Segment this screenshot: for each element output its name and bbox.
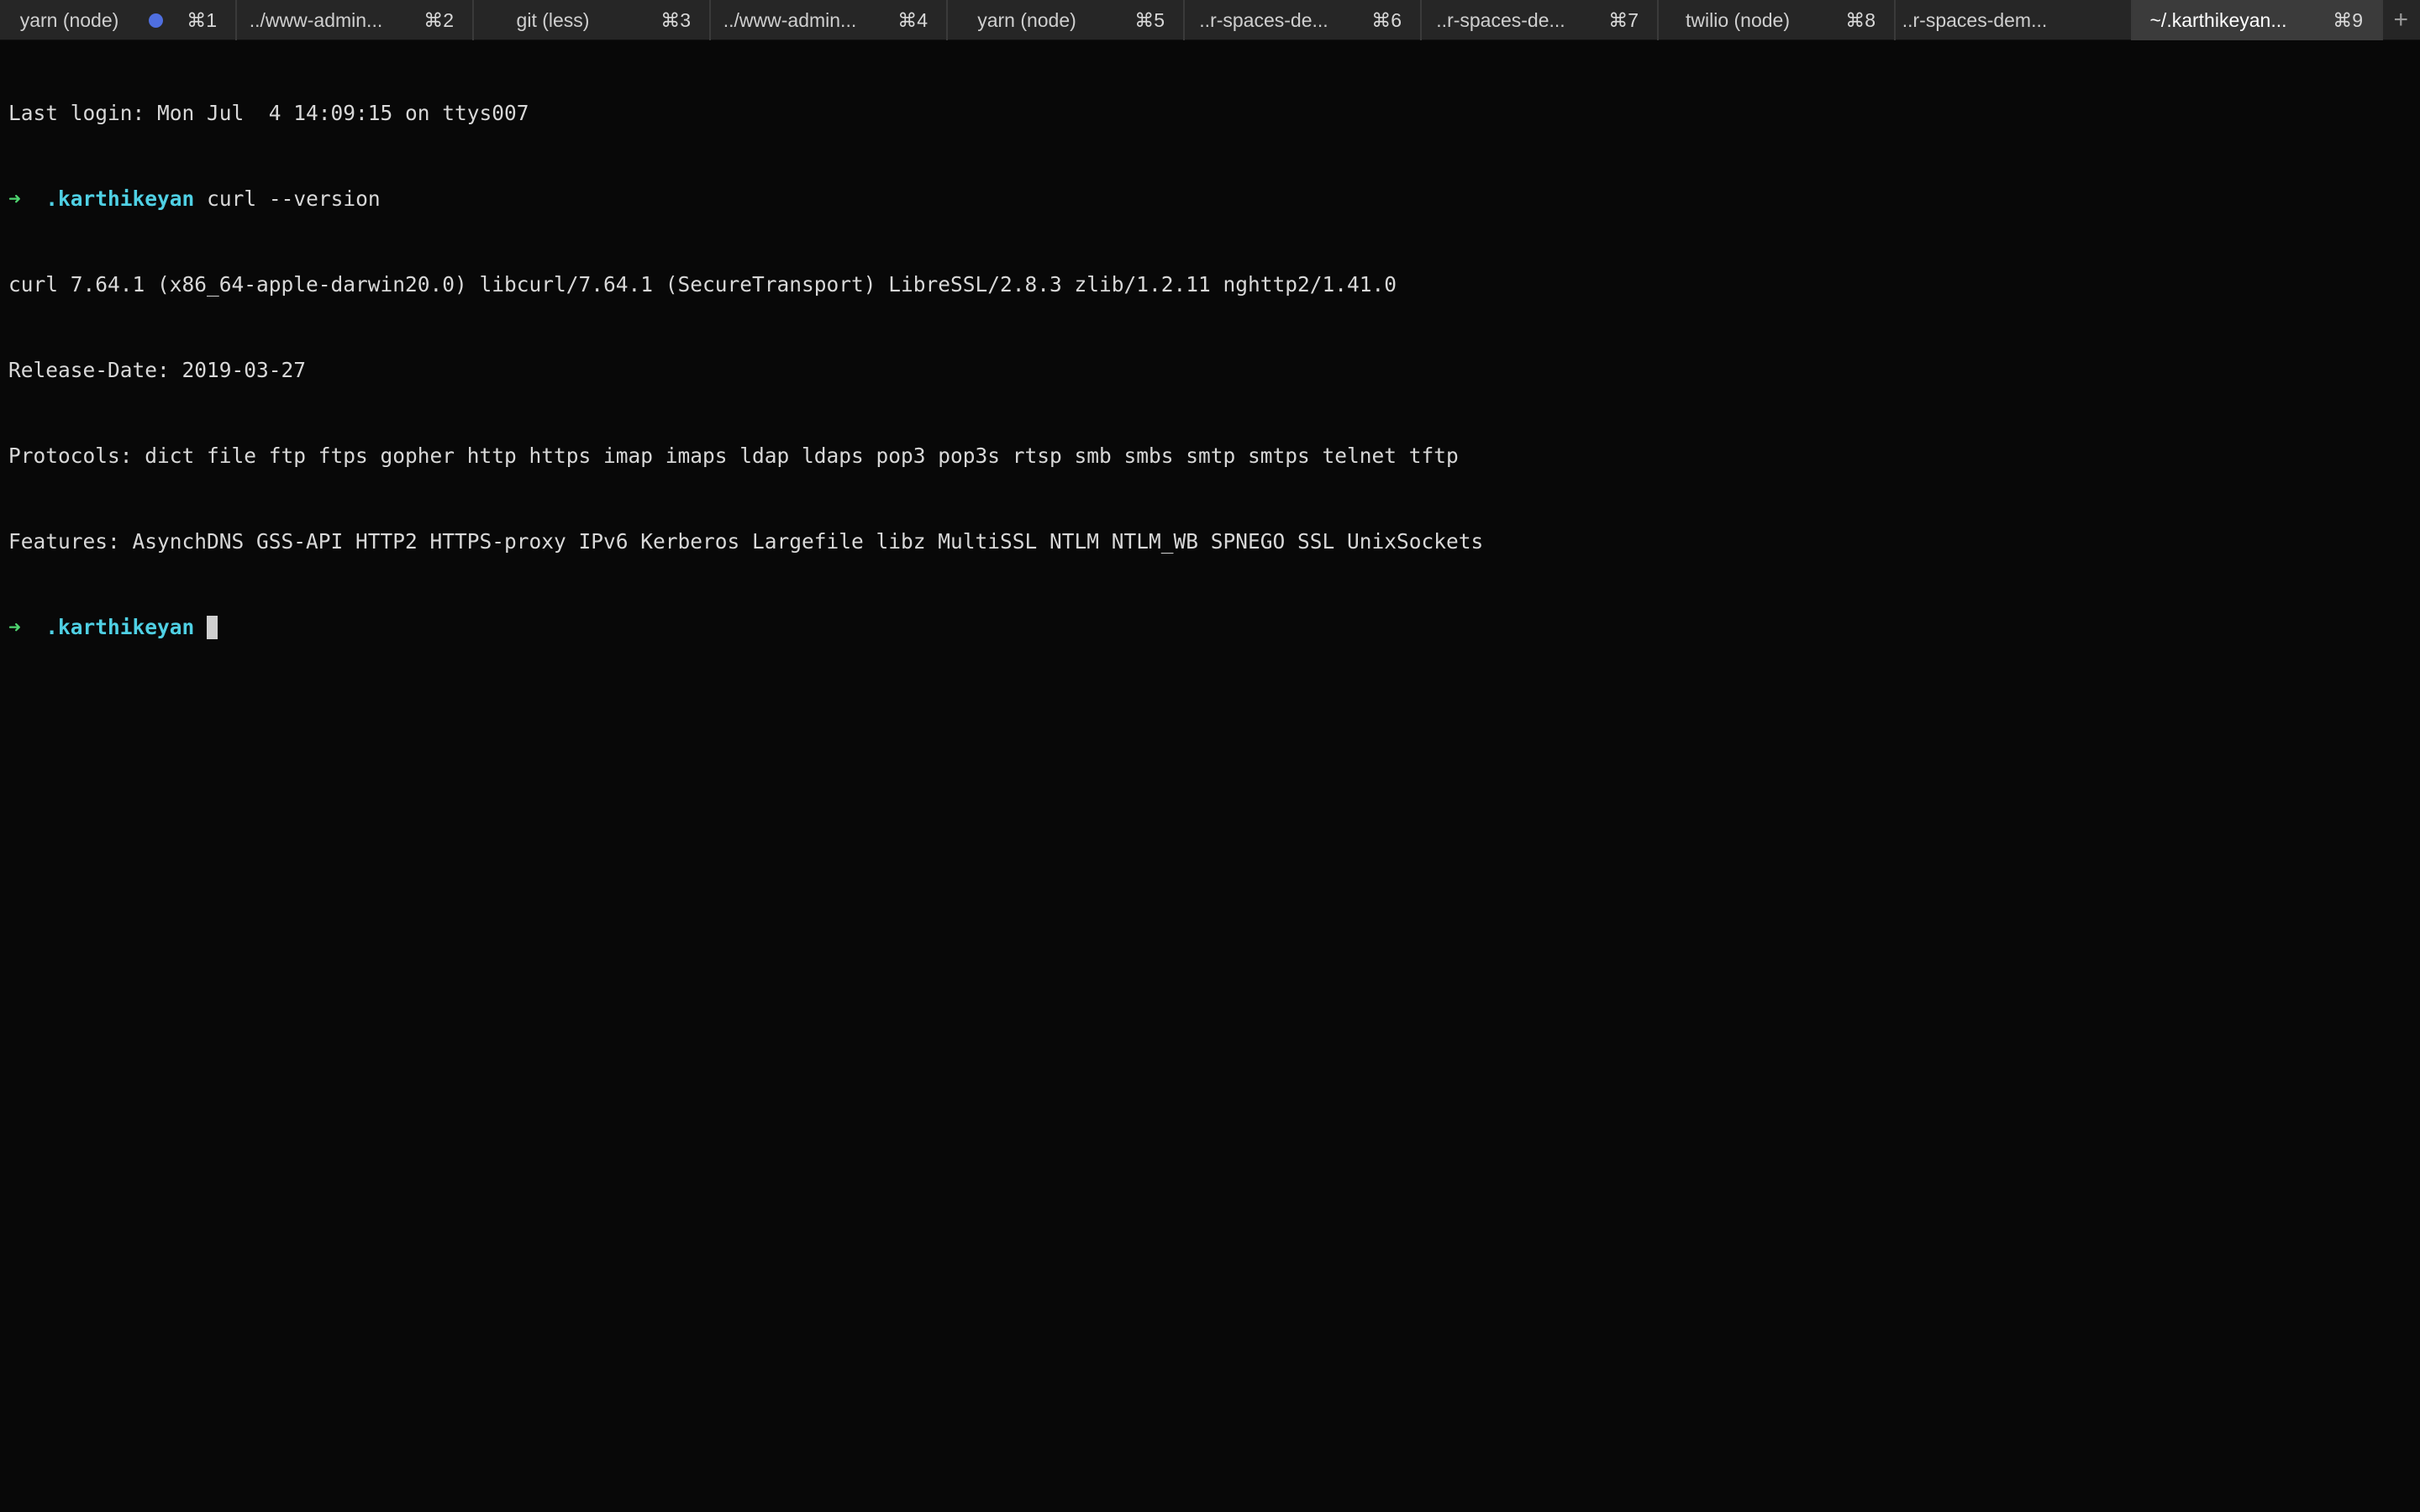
tab-2[interactable]: ../www-admin... ⌘2: [237, 0, 474, 40]
output-line: Protocols: dict file ftp ftps gopher htt…: [8, 444, 1459, 468]
tab-bar: yarn (node) ⌘1 ../www-admin... ⌘2 git (l…: [0, 0, 2420, 40]
tab-9[interactable]: ..r-spaces-dem...: [1896, 0, 2133, 40]
output-line: Release-Date: 2019-03-27: [8, 358, 307, 382]
tab-6[interactable]: ..r-spaces-de... ⌘6: [1185, 0, 1422, 40]
tab-shortcut: ⌘4: [897, 8, 928, 31]
tab-title: ~/.karthikeyan...: [2149, 8, 2287, 31]
last-login-line: Last login: Mon Jul 4 14:09:15 on ttys00…: [8, 101, 529, 125]
tab-title: ../www-admin...: [249, 8, 383, 31]
prompt-arrow-icon: ➜: [8, 186, 21, 211]
tab-5[interactable]: yarn (node) ⌘5: [948, 0, 1185, 40]
tab-1[interactable]: yarn (node) ⌘1: [0, 0, 237, 40]
plus-icon: +: [2393, 6, 2408, 34]
tab-shortcut: ⌘3: [660, 8, 691, 31]
output-line: curl 7.64.1 (x86_64-apple-darwin20.0) li…: [8, 272, 1397, 297]
tab-title: ../www-admin...: [723, 8, 857, 31]
terminal-output[interactable]: Last login: Mon Jul 4 14:09:15 on ttys00…: [8, 42, 2412, 670]
tab-title: yarn (node): [19, 8, 119, 31]
text-cursor: [207, 616, 218, 639]
tab-3[interactable]: git (less) ⌘3: [474, 0, 711, 40]
current-prompt-line[interactable]: ➜ .karthikeyan: [8, 613, 2412, 642]
tab-title: twilio (node): [1686, 8, 1790, 31]
tab-shortcut: ⌘9: [2333, 8, 2363, 31]
command-text: curl --version: [207, 186, 381, 211]
tab-title: git (less): [516, 8, 590, 31]
prompt-directory: .karthikeyan: [45, 615, 195, 639]
tab-shortcut: ⌘2: [424, 8, 454, 31]
tab-7[interactable]: ..r-spaces-de... ⌘7: [1422, 0, 1659, 40]
tab-title: ..r-spaces-dem...: [1902, 8, 2048, 31]
tab-shortcut: ⌘7: [1608, 8, 1639, 31]
prompt-directory: .karthikeyan: [45, 186, 195, 211]
tab-shortcut: ⌘1: [187, 8, 217, 31]
tab-4[interactable]: ../www-admin... ⌘4: [711, 0, 948, 40]
tab-title: ..r-spaces-de...: [1199, 8, 1328, 31]
command-line: ➜ .karthikeyan curl --version: [8, 185, 2412, 213]
tab-title: ..r-spaces-de...: [1436, 8, 1565, 31]
tab-title: yarn (node): [977, 8, 1076, 31]
tab-shortcut: ⌘8: [1845, 8, 1876, 31]
tab-8[interactable]: twilio (node) ⌘8: [1659, 0, 1896, 40]
tab-shortcut: ⌘6: [1371, 8, 1402, 31]
tab-active[interactable]: ~/.karthikeyan... ⌘9: [2133, 0, 2383, 40]
tab-shortcut: ⌘5: [1134, 8, 1165, 31]
prompt-arrow-icon: ➜: [8, 615, 21, 639]
output-line: Features: AsynchDNS GSS-API HTTP2 HTTPS-…: [8, 529, 1484, 554]
new-tab-button[interactable]: +: [2383, 0, 2420, 40]
